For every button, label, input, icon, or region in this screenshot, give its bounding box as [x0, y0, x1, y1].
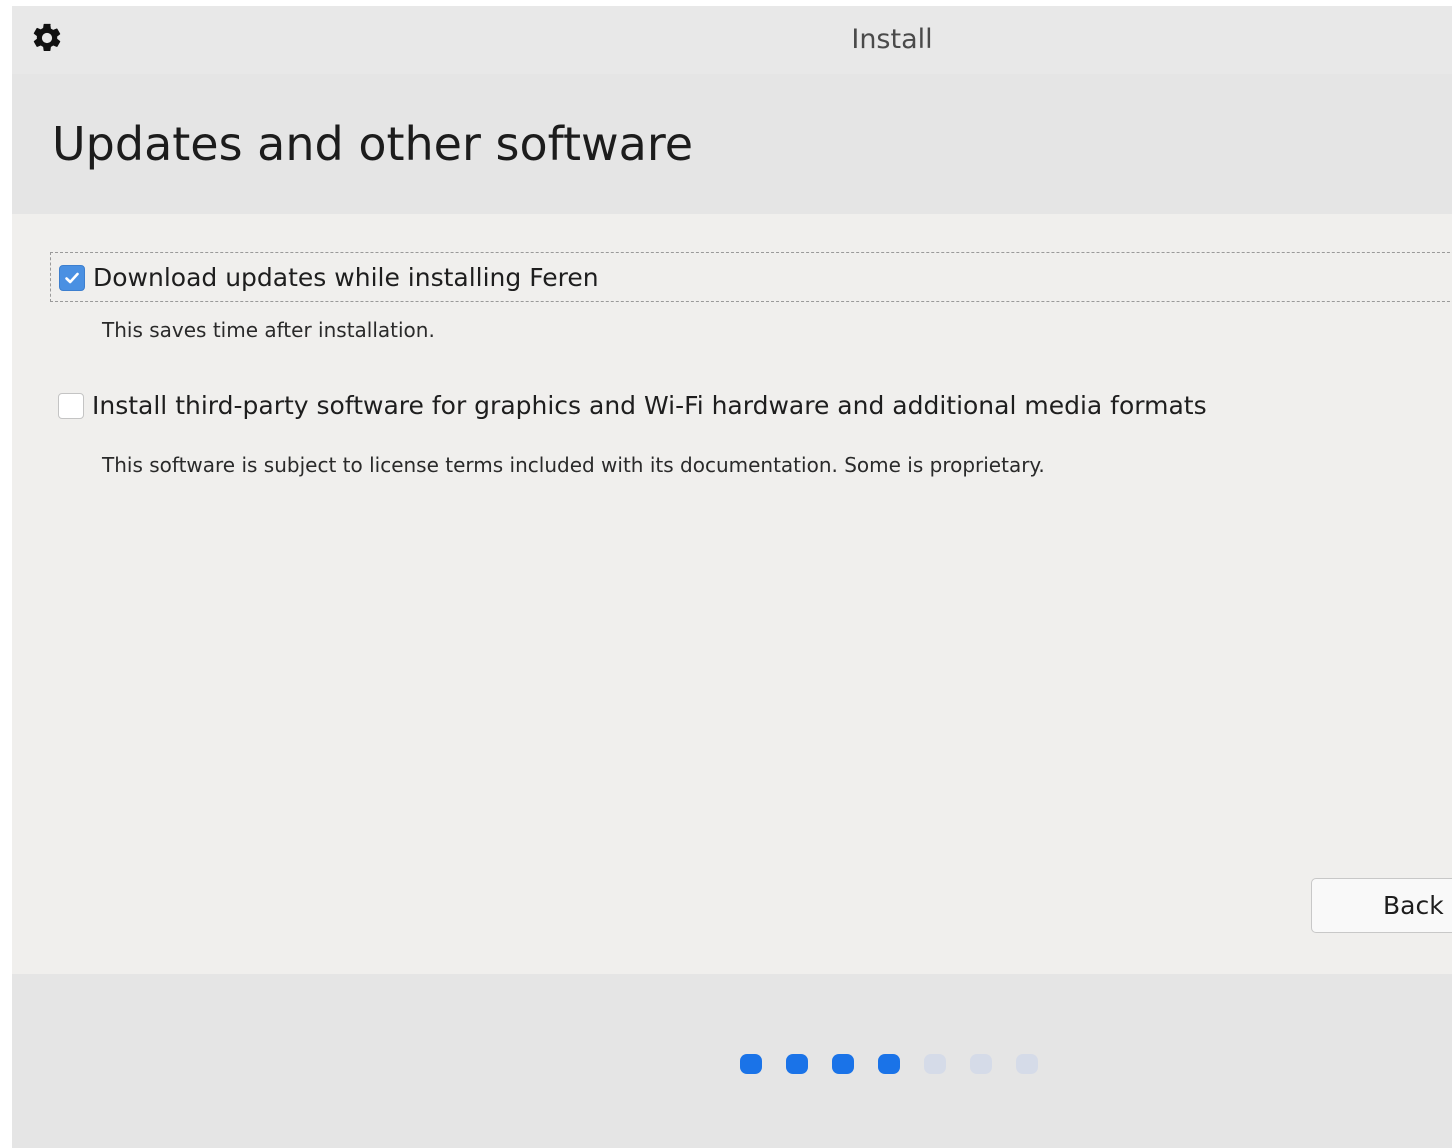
- installer-window: Install Updates and other software Downl…: [12, 6, 1452, 1148]
- title-bar: Install: [12, 6, 1452, 74]
- page-header: Updates and other software: [12, 74, 1452, 214]
- back-button[interactable]: Back: [1311, 878, 1452, 933]
- download-updates-checkbox[interactable]: [59, 265, 85, 291]
- download-updates-description: This saves time after installation.: [102, 318, 435, 342]
- progress-dot-complete: [740, 1054, 762, 1074]
- gear-icon[interactable]: [30, 21, 64, 55]
- third-party-software-checkbox[interactable]: [58, 393, 84, 419]
- progress-dot-pending: [924, 1054, 946, 1074]
- footer: [12, 974, 1452, 1148]
- third-party-software-option[interactable]: Install third-party software for graphic…: [50, 381, 1452, 431]
- page-title: Updates and other software: [52, 117, 694, 171]
- window-title: Install: [851, 24, 933, 55]
- third-party-software-description: This software is subject to license term…: [102, 453, 1045, 477]
- third-party-software-label[interactable]: Install third-party software for graphic…: [92, 390, 1207, 422]
- progress-dot-complete: [832, 1054, 854, 1074]
- progress-dot-pending: [970, 1054, 992, 1074]
- progress-dot-pending: [1016, 1054, 1038, 1074]
- checkmark-icon: [65, 272, 79, 284]
- download-updates-option[interactable]: Download updates while installing Feren: [50, 252, 1452, 302]
- download-updates-label[interactable]: Download updates while installing Feren: [93, 262, 599, 294]
- progress-dot-complete: [786, 1054, 808, 1074]
- progress-dot-complete: [878, 1054, 900, 1074]
